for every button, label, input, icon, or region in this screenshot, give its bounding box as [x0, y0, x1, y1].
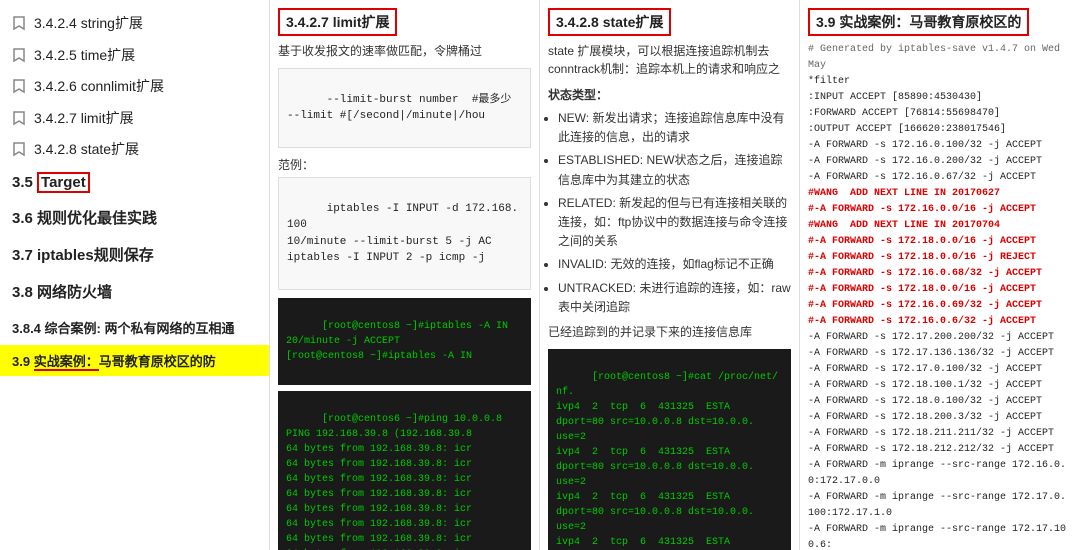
sidebar-section-label: 3.6 规则优化最佳实践	[12, 210, 157, 227]
sidebar-section-label: 3.9 实战案例：马哥教育原校区的防	[12, 354, 216, 371]
sidebar-item-label: 3.4.2.6 connlimit扩展	[34, 77, 164, 97]
bookmark-icon	[12, 47, 26, 63]
main-content: 3.4.2.7 limit扩展 基于收发报文的速率做匹配，令牌桶过 --limi…	[270, 0, 1080, 550]
code-line: #-A FORWARD -s 172.18.0.0/16 -j REJECT	[808, 250, 1072, 266]
col-state-title: 3.4.2.8 state扩展	[548, 8, 671, 36]
code-line: #-A FORWARD -s 172.18.0.0/16 -j ACCEPT	[808, 282, 1072, 298]
bookmark-icon	[12, 78, 26, 94]
sidebar-item-label: 3.4.2.7 limit扩展	[34, 109, 134, 129]
sidebar-section-save[interactable]: 3.7 iptables规则保存	[0, 236, 269, 273]
col-limit-code1: --limit-burst number #最多少 --limit #[/sec…	[278, 68, 531, 148]
code-line: -A FORWARD -s 172.18.212.212/32 -j ACCEP…	[808, 442, 1072, 458]
code-line: -A FORWARD -s 172.18.200.3/32 -j ACCEPT	[808, 410, 1072, 426]
code-line: -A FORWARD -s 172.17.136.136/32 -j ACCEP…	[808, 346, 1072, 362]
bookmark-icon	[12, 141, 26, 157]
code-line: -A FORWARD -s 172.16.0.200/32 -j ACCEPT	[808, 154, 1072, 170]
col-limit-desc: 基于收发报文的速率做匹配，令牌桶过	[278, 42, 531, 60]
sidebar-section-label: 3.7 iptables规则保存	[12, 247, 154, 264]
code-line: #WANG ADD NEXT LINE IN 20170627	[808, 186, 1072, 202]
code-line: #WANG ADD NEXT LINE IN 20170704	[808, 218, 1072, 234]
code-line: #-A FORWARD -s 172.16.0.69/32 -j ACCEPT	[808, 298, 1072, 314]
code-line: -A FORWARD -s 172.16.0.67/32 -j ACCEPT	[808, 170, 1072, 186]
sidebar-item-time[interactable]: 3.4.2.5 time扩展	[0, 40, 269, 72]
sidebar-section-label: 3.8 网络防火墙	[12, 284, 112, 301]
code-line: #-A FORWARD -s 172.16.0.6/32 -j ACCEPT	[808, 314, 1072, 330]
bullet-invalid: INVALID: 无效的连接，如flag标记不正确	[558, 255, 791, 274]
bullet-new: NEW: 新发出请求；连接追踪信息库中没有此连接的信息，出的请求	[558, 109, 791, 147]
sidebar-section-private-net[interactable]: 3.8.4 综合案例: 两个私有网络的互相通	[0, 310, 269, 345]
sidebar-section-firewall[interactable]: 3.8 网络防火墙	[0, 273, 269, 310]
code-line: -A FORWARD -s 172.18.211.211/32 -j ACCEP…	[808, 426, 1072, 442]
col-limit-terminal2: [root@centos6 ~]#ping 10.0.0.8 PING 192.…	[278, 391, 531, 550]
code-line: -A FORWARD -s 172.17.200.200/32 -j ACCEP…	[808, 330, 1072, 346]
code-line: #-A FORWARD -s 172.16.0.0/16 -j ACCEPT	[808, 202, 1072, 218]
code-line: -A FORWARD -m iprange --src-range 172.16…	[808, 458, 1072, 490]
code-line: :FORWARD ACCEPT [76814:55698470]	[808, 106, 1072, 122]
col-shizhan-code: # Generated by iptables-save v1.4.7 on W…	[808, 42, 1072, 550]
col-shizhan: 3.9 实战案例：马哥教育原校区的 # Generated by iptable…	[800, 0, 1080, 550]
sidebar-item-label: 3.4.2.8 state扩展	[34, 140, 139, 160]
col-shizhan-title: 3.9 实战案例：马哥教育原校区的	[808, 8, 1029, 36]
sidebar-item-string[interactable]: 3.4.2.4 string扩展	[0, 8, 269, 40]
sidebar-item-connlimit[interactable]: 3.4.2.6 connlimit扩展	[0, 71, 269, 103]
code-line: -A FORWARD -s 172.16.0.100/32 -j ACCEPT	[808, 138, 1072, 154]
code-line: #-A FORWARD -s 172.18.0.0/16 -j ACCEPT	[808, 234, 1072, 250]
bookmark-icon	[12, 110, 26, 126]
bookmark-icon	[12, 15, 26, 31]
col-state-db-label: 已经追踪到的并记录下来的连接信息库	[548, 323, 791, 341]
code-line: -A FORWARD -m iprange --src-range 172.17…	[808, 490, 1072, 522]
col-state-bullets: NEW: 新发出请求；连接追踪信息库中没有此连接的信息，出的请求 ESTABLI…	[558, 109, 791, 317]
code-line: # Generated by iptables-save v1.4.7 on W…	[808, 42, 1072, 74]
sidebar-item-state[interactable]: 3.4.2.8 state扩展	[0, 134, 269, 166]
sidebar-item-limit[interactable]: 3.4.2.7 limit扩展	[0, 103, 269, 135]
sidebar-section-shizhan[interactable]: 3.9 实战案例：马哥教育原校区的防	[0, 345, 269, 376]
sidebar-section-optimize[interactable]: 3.6 规则优化最佳实践	[0, 199, 269, 236]
col-limit: 3.4.2.7 limit扩展 基于收发报文的速率做匹配，令牌桶过 --limi…	[270, 0, 540, 550]
col-state: 3.4.2.8 state扩展 state 扩展模块，可以根据连接追踪机制去 c…	[540, 0, 800, 550]
code-line: -A FORWARD -s 172.18.0.100/32 -j ACCEPT	[808, 394, 1072, 410]
bullet-related: RELATED: 新发起的但与已有连接相关联的连接，如：ftp协议中的数据连接与…	[558, 194, 791, 252]
col-limit-example-label: 范例：	[278, 156, 531, 173]
col-limit-title: 3.4.2.7 limit扩展	[278, 8, 397, 36]
sidebar: 3.4.2.4 string扩展 3.4.2.5 time扩展 3.4.2.6 …	[0, 0, 270, 550]
bullet-untracked: UNTRACKED: 未进行追踪的连接，如：raw表中关闭追踪	[558, 279, 791, 317]
sidebar-section-target[interactable]: 3.5 Target	[0, 166, 269, 199]
code-line: *filter	[808, 74, 1072, 90]
code-line: #-A FORWARD -s 172.16.0.68/32 -j ACCEPT	[808, 266, 1072, 282]
col-state-desc: state 扩展模块，可以根据连接追踪机制去 conntrack机制：追踪本机上…	[548, 42, 791, 78]
sidebar-section-label: 3.8.4 综合案例: 两个私有网络的互相通	[12, 321, 234, 336]
col-state-section-label: 状态类型：	[548, 86, 791, 103]
col-limit-terminal1: [root@centos8 ~]#iptables -A IN 20/minut…	[278, 298, 531, 385]
col-limit-code2: iptables -I INPUT -d 172.168.100 10/minu…	[278, 177, 531, 290]
bullet-established: ESTABLISHED: NEW状态之后，连接追踪信息库中为其建立的状态	[558, 151, 791, 189]
code-line: -A FORWARD -m iprange --src-range 172.17…	[808, 522, 1072, 550]
sidebar-item-label: 3.4.2.5 time扩展	[34, 46, 135, 66]
code-line: -A FORWARD -s 172.18.100.1/32 -j ACCEPT	[808, 378, 1072, 394]
sidebar-item-label: 3.4.2.4 string扩展	[34, 14, 143, 34]
code-line: :INPUT ACCEPT [85890:4530430]	[808, 90, 1072, 106]
code-line: -A FORWARD -s 172.17.0.100/32 -j ACCEPT	[808, 362, 1072, 378]
col-state-terminal: [root@centos8 ~]#cat /proc/net/nf. ivp4 …	[548, 349, 791, 550]
target-text: Target	[37, 172, 90, 193]
code-line: :OUTPUT ACCEPT [166620:238017546]	[808, 122, 1072, 138]
